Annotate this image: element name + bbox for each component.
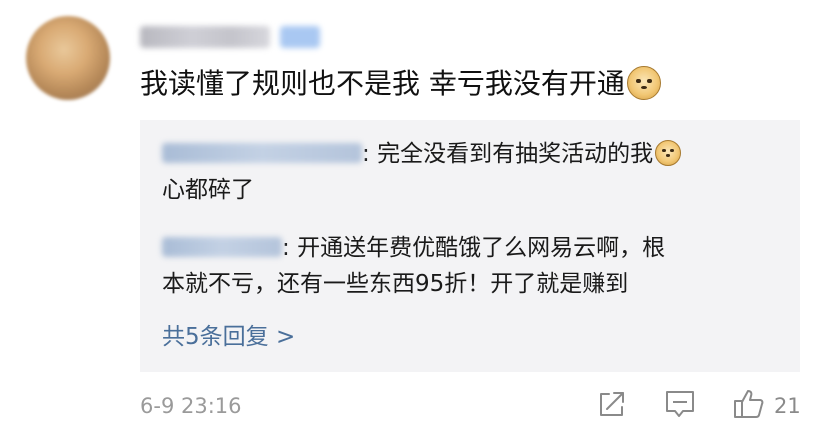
reply-separator: : xyxy=(282,235,298,261)
comment-icon xyxy=(663,388,697,424)
reply-username[interactable] xyxy=(162,236,282,257)
doge-emoji-icon xyxy=(655,139,682,166)
reply-text-continued: 心都碎了 xyxy=(162,177,254,203)
avatar[interactable] xyxy=(26,16,110,100)
reply-text-continued: 本就不亏，还有一些东西95折！开了就是赚到 xyxy=(162,271,629,297)
thumbs-up-icon xyxy=(732,388,766,424)
reply-text: 完全没看到有抽奖活动的我 xyxy=(377,141,654,167)
username[interactable] xyxy=(140,26,270,48)
reply-separator: : xyxy=(362,141,378,167)
comment-button[interactable] xyxy=(663,388,697,424)
doge-emoji-icon xyxy=(626,66,661,100)
reply-item: : 完全没看到有抽奖活动的我 xyxy=(162,136,682,172)
reply-text: 开通送年费优酷饿了么网易云啊，根 xyxy=(297,235,666,261)
comment-timestamp: 6-9 23:16 xyxy=(140,394,242,418)
like-button[interactable]: 21 xyxy=(732,388,801,424)
view-more-replies-link[interactable]: 共5条回复 > xyxy=(162,320,295,354)
vip-badge xyxy=(280,26,320,48)
comment-body: 我读懂了规则也不是我 幸亏我没有开通 xyxy=(140,66,661,102)
reply-item: : 开通送年费优酷饿了么网易云啊，根 xyxy=(162,230,665,266)
like-count: 21 xyxy=(774,394,801,418)
comment-text: 我读懂了规则也不是我 幸亏我没有开通 xyxy=(140,67,625,100)
reply-username[interactable] xyxy=(162,142,362,163)
share-button[interactable] xyxy=(596,388,628,424)
replies-panel: : 完全没看到有抽奖活动的我 心都碎了 : 开通送年费优酷饿了么网易云啊，根 本… xyxy=(140,120,800,372)
share-icon xyxy=(596,388,628,424)
